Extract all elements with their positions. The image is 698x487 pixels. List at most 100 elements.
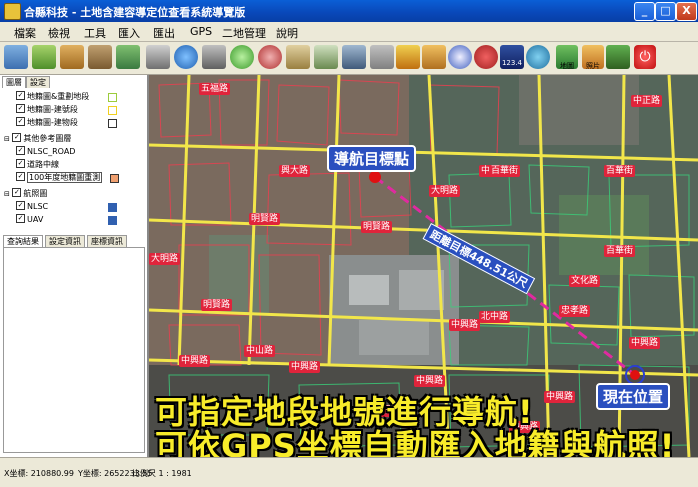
query-results-panel: [3, 247, 145, 453]
globe-icon[interactable]: [174, 45, 198, 69]
tab-layers[interactable]: 圖層: [2, 76, 26, 88]
title-bar: 合縣科技 - 土地含建容導定位查看系統導覽版 _ □ X: [0, 0, 698, 22]
road-label: 忠孝路: [559, 305, 591, 317]
compass-icon[interactable]: [202, 45, 226, 69]
layer-checkbox[interactable]: ✓: [16, 201, 25, 210]
pen-icon[interactable]: [396, 45, 420, 69]
area-icon[interactable]: 123.4: [500, 45, 524, 69]
layer-swatch: [108, 216, 117, 225]
layer-checkbox[interactable]: ✓: [16, 91, 25, 100]
window-title: 合縣科技 - 土地含建容導定位查看系統導覽版: [24, 6, 246, 19]
layer-icon[interactable]: [4, 45, 28, 69]
menu-help[interactable]: 說明: [276, 25, 298, 41]
layer-group[interactable]: ⊟ ✓ 航照圖: [4, 188, 47, 200]
road-label: 大明路: [149, 253, 181, 265]
image-icon[interactable]: 地圖: [556, 45, 578, 70]
road-label: 中興路: [414, 375, 446, 387]
tab-setting-info[interactable]: 設定資訊: [45, 235, 85, 247]
current-position-label: 現在位置: [596, 383, 671, 410]
layer-checkbox[interactable]: ✓: [16, 117, 25, 126]
close-button[interactable]: X: [676, 2, 697, 21]
tab-coord-info[interactable]: 座標資訊: [87, 235, 127, 247]
layer-checkbox[interactable]: ✓: [16, 172, 25, 181]
print-icon[interactable]: [146, 45, 170, 69]
layer-item[interactable]: ✓ 地籍圖&重劃地段: [16, 91, 89, 103]
layer-item[interactable]: ✓ NLSC_ROAD: [16, 146, 75, 158]
house-icon[interactable]: [60, 45, 84, 69]
layer-item[interactable]: ✓ NLSC: [16, 201, 48, 213]
road-label: 北中路: [479, 311, 511, 323]
menu-export[interactable]: 匯出: [153, 25, 175, 41]
menu-gps[interactable]: GPS: [190, 25, 212, 38]
pan-icon[interactable]: [286, 45, 310, 69]
menu-tools[interactable]: 工具: [84, 25, 106, 41]
road-label: 大明路: [429, 185, 461, 197]
photo-tool-label: 照片: [586, 62, 600, 70]
layer-swatch: [108, 203, 117, 212]
layer-item[interactable]: ✓ 地籍圖-建號段: [16, 104, 78, 116]
target-point-label: 導航目標點: [327, 145, 417, 172]
layer-item[interactable]: ✓ 地籍圖-建物段: [16, 117, 78, 129]
layer-checkbox[interactable]: ✓: [12, 188, 22, 197]
select-icon[interactable]: [342, 45, 366, 69]
layer-label: 道路中線: [27, 160, 59, 169]
map-view[interactable]: 五福路 興大路 中華路 明賢路 明賢路 明賢路 大明路 大明路 百華街 百華街 …: [149, 75, 698, 457]
export-icon[interactable]: [88, 45, 112, 69]
layer-swatch: [108, 93, 117, 102]
layer-panel: 圖層 設定 ✓ 地籍圖&重劃地段 ✓ 地籍圖-建號段 ✓ 地籍圖-建物段 ⊟ ✓ 其他參…: [0, 75, 149, 457]
layer-label: 地籍圖&重劃地段: [27, 92, 90, 101]
menu-land-manage[interactable]: 二地管理: [222, 25, 266, 41]
road-label: 中興路: [629, 337, 661, 349]
road-label: 百華街: [489, 165, 521, 177]
menu-bar: 檔案 檢視 工具 匯入 匯出 GPS 二地管理 說明: [0, 22, 698, 42]
road-label: 中正路: [631, 95, 663, 107]
layer-checkbox[interactable]: ✓: [16, 214, 25, 223]
layer-item[interactable]: ✓ 道路中線: [16, 159, 59, 171]
satellite-icon[interactable]: [526, 45, 550, 69]
layer-group-label: 航照圖: [23, 189, 48, 198]
road-label: 文化路: [569, 275, 601, 287]
layer-label: 地籍圖-建物段: [27, 118, 78, 127]
layer-checkbox[interactable]: ✓: [16, 104, 25, 113]
layer-label: NLSC: [27, 202, 49, 211]
road-label: 中興路: [179, 355, 211, 367]
measure-icon[interactable]: [370, 45, 394, 69]
polygon-icon[interactable]: [448, 45, 472, 69]
fit-icon[interactable]: [314, 45, 338, 69]
layer-label: 100年度地籍圖重測: [27, 172, 103, 183]
layer-label: 地籍圖-建號段: [27, 105, 78, 114]
pin-icon[interactable]: [606, 45, 630, 69]
camera-icon[interactable]: 照片: [582, 45, 604, 70]
toolbar: 123.4 地圖 照片 ⏻: [0, 42, 698, 75]
gps-icon[interactable]: [474, 45, 498, 69]
layer-item[interactable]: ✓ UAV: [16, 214, 43, 226]
layer-label: UAV: [27, 215, 44, 224]
zoom-out-icon[interactable]: [258, 45, 282, 69]
tab-query-results[interactable]: 查詢結果: [3, 235, 43, 247]
menu-file[interactable]: 檔案: [14, 25, 36, 41]
map-scale: 比例尺 1 : 1981: [132, 469, 192, 478]
road-label: 百華街: [604, 165, 636, 177]
power-icon[interactable]: ⏻: [634, 45, 656, 69]
layer-swatch: [108, 119, 117, 128]
minimize-button[interactable]: _: [634, 2, 655, 21]
book-icon[interactable]: [32, 45, 56, 69]
layer-checkbox[interactable]: ✓: [16, 159, 25, 168]
app-icon: [4, 3, 21, 20]
menu-import[interactable]: 匯入: [118, 25, 140, 41]
map-icon[interactable]: [116, 45, 140, 69]
maximize-button[interactable]: □: [655, 2, 676, 21]
tab-settings[interactable]: 設定: [26, 76, 50, 88]
ruler-icon[interactable]: [422, 45, 446, 69]
road-label: 明賢路: [361, 221, 393, 233]
menu-view[interactable]: 檢視: [48, 25, 70, 41]
layer-group[interactable]: ⊟ ✓ 其他參考圖層: [4, 133, 71, 145]
road-label: 明賢路: [201, 299, 233, 311]
layer-checkbox[interactable]: ✓: [12, 133, 22, 142]
zoom-in-icon[interactable]: [230, 45, 254, 69]
layer-label: NLSC_ROAD: [27, 147, 76, 156]
layer-item[interactable]: ✓ 100年度地籍圖重測: [16, 172, 103, 184]
road-label: 中興路: [544, 391, 576, 403]
layer-checkbox[interactable]: ✓: [16, 146, 25, 155]
area-label: 123.4: [501, 59, 523, 67]
